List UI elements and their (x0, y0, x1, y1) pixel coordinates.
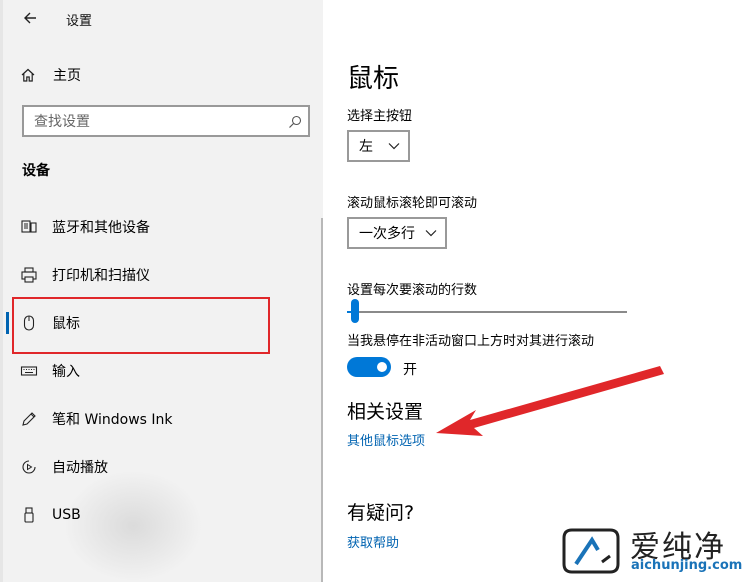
related-settings-title: 相关设置 (347, 401, 424, 423)
sidebar-item-printers[interactable]: 打印机和扫描仪 (20, 263, 280, 287)
sidebar-item-autoplay[interactable]: 自动播放 (20, 455, 280, 479)
scroll-lines-label: 设置每次要滚动的行数 (347, 283, 478, 298)
usb-icon (20, 506, 38, 524)
watermark-url: aichunjing.com (631, 558, 743, 573)
window-title: 设置 (66, 14, 93, 29)
inactive-scroll-state: 开 (403, 362, 417, 378)
primary-button-dropdown[interactable]: 左 (347, 130, 410, 162)
sidebar-item-label: USB (52, 507, 81, 523)
section-title: 设备 (22, 163, 50, 179)
toggle-knob (377, 362, 387, 372)
inactive-scroll-label: 当我悬停在非活动窗口上方时对其进行滚动 (347, 334, 595, 349)
sidebar-item-label: 蓝牙和其他设备 (52, 220, 150, 236)
home-icon (20, 67, 36, 83)
back-button[interactable] (20, 7, 42, 29)
sidebar-item-label: 输入 (52, 364, 80, 380)
chevron-down-icon (425, 230, 437, 237)
sidebar-item-label: 打印机和扫描仪 (52, 268, 150, 284)
primary-button-value: 左 (359, 139, 373, 155)
scroll-mode-value: 一次多行 (359, 226, 415, 242)
sidebar: 设置 主页 设备 蓝牙和其他设备 打印机和扫描仪 鼠标 (0, 0, 323, 582)
sidebar-scrollbar[interactable] (321, 218, 323, 582)
inactive-scroll-toggle[interactable] (347, 357, 391, 377)
sidebar-item-bluetooth[interactable]: 蓝牙和其他设备 (20, 215, 280, 239)
sidebar-item-usb[interactable]: USB (20, 503, 280, 527)
page-title: 鼠标 (347, 64, 400, 94)
printer-icon (20, 266, 38, 284)
sidebar-item-label: 自动播放 (52, 460, 108, 476)
home-nav[interactable]: 主页 (20, 64, 81, 86)
search-icon[interactable] (288, 114, 302, 128)
sidebar-item-pen[interactable]: 笔和 Windows Ink (20, 407, 280, 431)
scroll-lines-slider-thumb[interactable] (351, 299, 360, 323)
keyboard-icon (20, 362, 38, 380)
pen-icon (20, 410, 38, 428)
scroll-lines-slider-track[interactable] (347, 311, 627, 313)
selected-indicator (6, 312, 9, 334)
help-title: 有疑问? (347, 502, 415, 524)
home-label: 主页 (53, 68, 81, 84)
back-arrow-icon (24, 12, 36, 24)
get-help-link[interactable]: 获取帮助 (347, 532, 399, 551)
bluetooth-devices-icon (20, 218, 38, 236)
sidebar-item-typing[interactable]: 输入 (20, 359, 280, 383)
autoplay-icon (20, 458, 38, 476)
additional-mouse-options-link[interactable]: 其他鼠标选项 (347, 430, 425, 449)
scroll-mode-dropdown[interactable]: 一次多行 (347, 217, 447, 249)
chevron-down-icon (388, 143, 400, 150)
sidebar-item-label: 笔和 Windows Ink (52, 412, 173, 428)
watermark-logo (562, 528, 620, 574)
scroll-mode-label: 滚动鼠标滚轮即可滚动 (347, 196, 478, 211)
primary-button-label: 选择主按钮 (347, 109, 413, 124)
annotation-highlight-box (12, 297, 270, 354)
search-input[interactable] (32, 112, 276, 132)
search-box[interactable] (22, 105, 310, 137)
